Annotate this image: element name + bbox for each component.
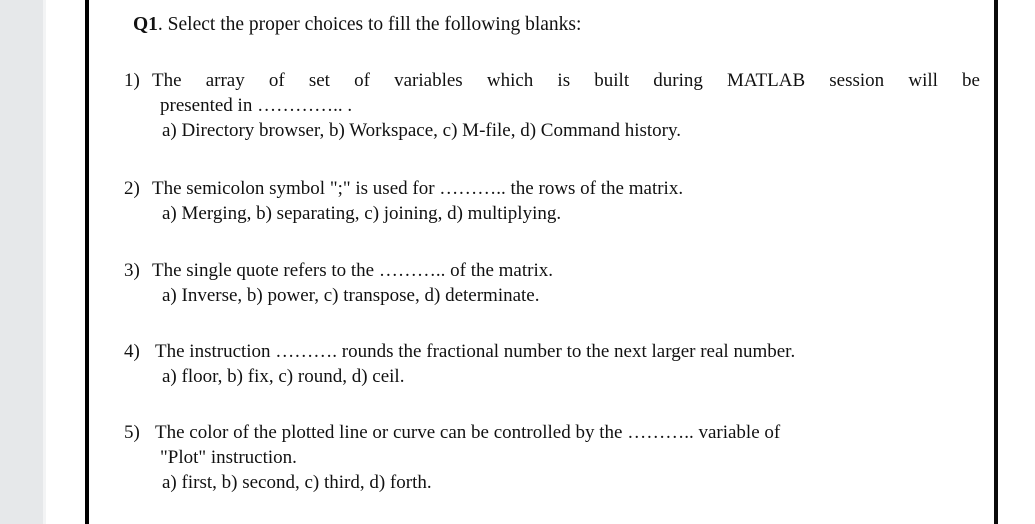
item-marker: 2) <box>124 178 140 199</box>
question-stem-row: 5) The color of the plotted line or curve… <box>124 420 986 445</box>
item-marker: 4) <box>124 341 140 362</box>
item-choices: a) floor, b) fix, c) round, d) ceil. <box>162 366 405 387</box>
right-margin-rule <box>994 0 998 524</box>
question-stem-row: 2) The semicolon symbol ";" is used for …… <box>124 176 986 201</box>
question-stem-row: 1) The array of set of variables which is… <box>124 68 986 93</box>
left-margin-rule <box>85 0 89 524</box>
item-marker: 5) <box>124 422 140 443</box>
item-stem-line1: The single quote refers to the ……….. of … <box>152 260 554 281</box>
scan-gutter-edge <box>43 0 46 524</box>
scan-gutter <box>0 0 43 524</box>
question-item-1: 1) The array of set of variables which is… <box>124 68 986 143</box>
item-stem-line1: The color of the plotted line or curve c… <box>155 422 781 443</box>
document-page: Q1. Select the proper choices to fill th… <box>0 0 1035 524</box>
question-title-text: . Select the proper choices to fill the … <box>157 14 582 35</box>
item-stem-line1: The array of set of variables which is b… <box>152 70 980 91</box>
item-choices: a) Inverse, b) power, c) transpose, d) d… <box>162 285 540 306</box>
question-item-3: 3) The single quote refers to the ……….. o… <box>124 258 986 308</box>
item-marker: 3) <box>124 260 140 281</box>
question-stem-row: 3) The single quote refers to the ……….. o… <box>124 258 986 283</box>
item-stem-line2: "Plot" instruction. <box>160 447 297 468</box>
question-item-5: 5) The color of the plotted line or curve… <box>124 420 986 495</box>
question-item-2: 2) The semicolon symbol ";" is used for …… <box>124 176 986 226</box>
question-stem-row: 4) The instruction ………. rounds the fracti… <box>124 339 986 364</box>
text-column: Q1. Select the proper choices to fill th… <box>124 0 986 524</box>
item-stem-line1: The semicolon symbol ";" is used for ………… <box>152 178 684 199</box>
item-marker: 1) <box>124 70 140 91</box>
item-choices: a) first, b) second, c) third, d) forth. <box>162 472 432 493</box>
item-choices: a) Merging, b) separating, c) joining, d… <box>162 203 562 224</box>
item-stem-line1: The instruction ………. rounds the fraction… <box>155 341 796 362</box>
item-choices: a) Directory browser, b) Workspace, c) M… <box>162 120 682 141</box>
question-item-4: 4) The instruction ………. rounds the fracti… <box>124 339 986 389</box>
page-title: Q1. Select the proper choices to fill th… <box>133 13 581 37</box>
question-number-label: Q1 <box>133 14 158 35</box>
item-stem-line2: presented in ………….. . <box>160 95 353 116</box>
